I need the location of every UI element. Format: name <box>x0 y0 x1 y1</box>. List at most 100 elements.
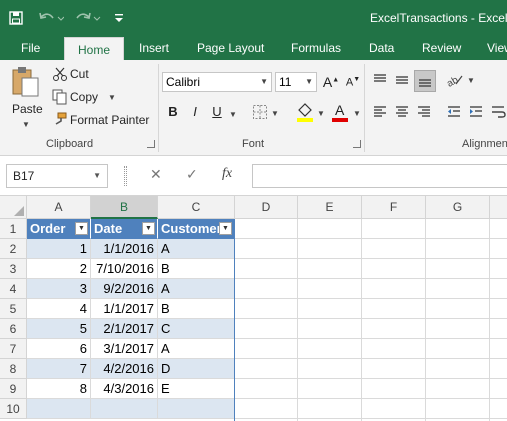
save-icon[interactable] <box>6 8 26 28</box>
row-header[interactable]: 8 <box>0 359 27 379</box>
cell-customer[interactable]: E <box>158 379 235 399</box>
font-color-button[interactable]: A ▼ <box>332 102 362 124</box>
formula-input[interactable] <box>252 164 507 188</box>
align-left-button[interactable] <box>372 104 390 122</box>
row-header[interactable]: 9 <box>0 379 27 399</box>
filter-dropdown-icon[interactable]: ▼ <box>219 222 232 235</box>
cell-customer[interactable]: B <box>158 299 235 319</box>
row-header[interactable]: 4 <box>0 279 27 299</box>
cell-order[interactable]: 4 <box>27 299 91 319</box>
column-header-b[interactable]: B <box>91 196 158 219</box>
cancel-icon[interactable]: ✕ <box>150 166 162 183</box>
worksheet-grid[interactable]: A B C D E F G 1 2 3 4 5 6 7 8 9 10 Order… <box>0 196 507 421</box>
row-header[interactable]: 2 <box>0 239 27 259</box>
cell-date[interactable]: 1/1/2016 <box>91 239 158 259</box>
cell-customer[interactable]: A <box>158 239 235 259</box>
italic-button[interactable]: I <box>188 104 202 119</box>
cell-order[interactable]: 8 <box>27 379 91 399</box>
wrap-text-button[interactable] <box>490 104 507 122</box>
underline-button[interactable]: U <box>210 104 224 119</box>
shrink-font-icon[interactable]: A▼ <box>344 76 362 89</box>
cell-order[interactable]: 1 <box>27 239 91 259</box>
cell-order[interactable]: 7 <box>27 359 91 379</box>
font-family-select[interactable]: Calibri ▼ <box>162 72 272 92</box>
tab-home[interactable]: Home <box>64 37 125 61</box>
undo-icon[interactable] <box>36 8 66 28</box>
cell-date[interactable]: 7/10/2016 <box>91 259 158 279</box>
fill-color-button[interactable]: ▼ <box>296 102 326 124</box>
table-header-cell[interactable]: Customer ▼ <box>158 219 235 239</box>
tab-view[interactable]: View <box>474 36 507 60</box>
cell-date[interactable]: 4/2/2016 <box>91 359 158 379</box>
column-header-h[interactable] <box>490 196 507 219</box>
font-launcher-icon[interactable] <box>353 140 361 148</box>
cell-date[interactable]: 1/1/2017 <box>91 299 158 319</box>
column-header-a[interactable]: A <box>27 196 91 219</box>
font-size-select[interactable]: 11 ▼ <box>275 72 317 92</box>
align-center-button[interactable] <box>394 104 412 122</box>
redo-icon[interactable] <box>74 8 104 28</box>
tab-file[interactable]: File <box>8 36 53 60</box>
decrease-indent-button[interactable] <box>446 104 464 122</box>
align-middle-button[interactable] <box>394 72 412 90</box>
header-date: Date <box>94 221 123 236</box>
cell-date[interactable]: 9/2/2016 <box>91 279 158 299</box>
empty-cells-area[interactable] <box>235 219 507 421</box>
tab-page-layout[interactable]: Page Layout <box>184 36 277 60</box>
underline-dropdown-icon[interactable]: ▼ <box>229 110 237 119</box>
cell-customer[interactable]: B <box>158 259 235 279</box>
cell-order[interactable]: 3 <box>27 279 91 299</box>
qat-customize-icon[interactable] <box>112 8 126 28</box>
filter-dropdown-icon[interactable]: ▼ <box>75 222 88 235</box>
row-header[interactable]: 3 <box>0 259 27 279</box>
cell-order[interactable] <box>27 399 91 419</box>
row-header[interactable]: 10 <box>0 399 27 419</box>
name-box[interactable]: B17 ▼ <box>6 164 108 188</box>
grow-font-icon[interactable]: A▲ <box>322 74 340 90</box>
formula-bar-grip[interactable] <box>124 166 127 186</box>
cell-customer[interactable]: C <box>158 319 235 339</box>
cell-order[interactable]: 6 <box>27 339 91 359</box>
column-header-c[interactable]: C <box>158 196 235 219</box>
borders-button[interactable]: ▼ <box>252 104 280 122</box>
row-header[interactable]: 1 <box>0 219 27 239</box>
row-header[interactable]: 6 <box>0 319 27 339</box>
row-header[interactable]: 5 <box>0 299 27 319</box>
tab-data[interactable]: Data <box>356 36 407 60</box>
tab-review[interactable]: Review <box>409 36 474 60</box>
table-header-cell[interactable]: Date ▼ <box>91 219 158 239</box>
increase-indent-button[interactable] <box>468 104 486 122</box>
filter-dropdown-icon[interactable]: ▼ <box>142 222 155 235</box>
paste-button[interactable]: Paste ▼ <box>6 64 44 134</box>
column-header-f[interactable]: F <box>362 196 426 219</box>
row-header[interactable]: 7 <box>0 339 27 359</box>
column-header-d[interactable]: D <box>235 196 298 219</box>
cell-date[interactable]: 4/3/2016 <box>91 379 158 399</box>
clipboard-launcher-icon[interactable] <box>147 140 155 148</box>
cut-button[interactable]: Cut <box>50 66 110 84</box>
enter-icon[interactable]: ✓ <box>186 166 198 183</box>
insert-function-icon[interactable]: fx <box>222 166 232 182</box>
column-header-g[interactable]: G <box>426 196 490 219</box>
copy-button[interactable]: Copy ▼ <box>50 89 120 107</box>
format-painter-button[interactable]: Format Painter <box>50 112 150 130</box>
align-top-button[interactable] <box>372 72 390 90</box>
orientation-button[interactable]: ab ▼ <box>445 72 476 90</box>
column-header-e[interactable]: E <box>298 196 362 219</box>
align-bottom-button[interactable] <box>414 70 436 92</box>
cell-customer[interactable]: A <box>158 279 235 299</box>
table-header-cell[interactable]: Order ▼ <box>27 219 91 239</box>
align-right-button[interactable] <box>416 104 434 122</box>
cell-date[interactable] <box>91 399 158 419</box>
cell-order[interactable]: 5 <box>27 319 91 339</box>
cell-customer[interactable] <box>158 399 235 419</box>
cell-customer[interactable]: D <box>158 359 235 379</box>
cell-date[interactable]: 3/1/2017 <box>91 339 158 359</box>
cell-customer[interactable]: A <box>158 339 235 359</box>
tab-formulas[interactable]: Formulas <box>278 36 354 60</box>
bold-button[interactable]: B <box>166 104 180 119</box>
cell-date[interactable]: 2/1/2017 <box>91 319 158 339</box>
cell-order[interactable]: 2 <box>27 259 91 279</box>
select-all-button[interactable] <box>0 196 27 219</box>
tab-insert[interactable]: Insert <box>126 36 182 60</box>
